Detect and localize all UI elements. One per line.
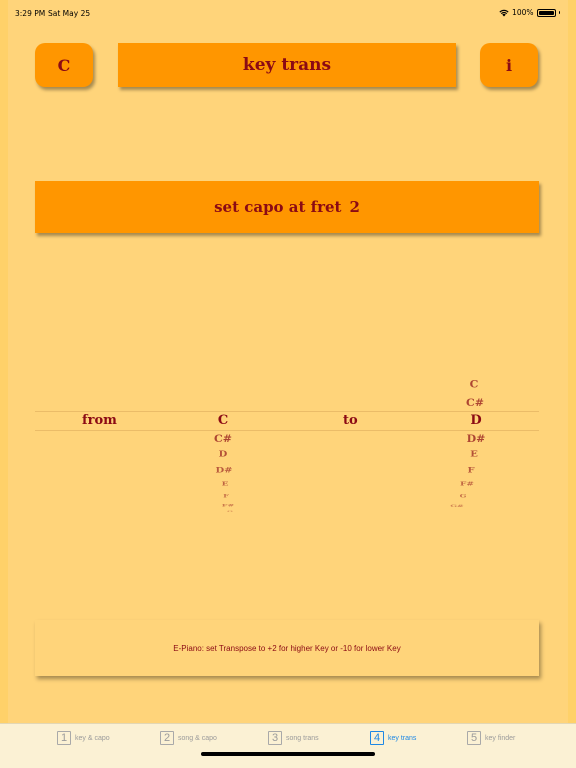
frame-right [568, 0, 576, 768]
from-label: from [82, 413, 117, 428]
tab-label: key finder [485, 734, 516, 742]
tab-key-capo[interactable]: 1 key & capo [57, 731, 110, 745]
status-bar: 3:29 PM Sat May 25 100% [0, 0, 576, 22]
info-button[interactable]: i [480, 43, 538, 87]
to-note[interactable]: D# [467, 432, 486, 444]
tab-number-4-icon: 4 [370, 731, 384, 745]
tab-number-1-icon: 1 [57, 731, 71, 745]
tab-number-3-icon: 3 [268, 731, 282, 745]
from-note[interactable]: F [223, 493, 229, 499]
to-note[interactable]: G# [450, 504, 464, 508]
from-note[interactable]: C# [214, 432, 232, 444]
page-title: key trans [118, 43, 456, 87]
battery-percent: 100% [512, 8, 534, 17]
tab-number-5-icon: 5 [467, 731, 481, 745]
frame-left [0, 0, 8, 768]
tab-label: key trans [388, 734, 417, 742]
to-note[interactable]: F [467, 466, 474, 474]
to-note-selected[interactable]: D [470, 413, 481, 428]
from-note[interactable]: E [222, 481, 229, 488]
tab-label: song & capo [178, 734, 217, 742]
status-indicators: 100% [499, 8, 560, 17]
tab-key-finder[interactable]: 5 key finder [467, 731, 515, 745]
battery-cap [558, 11, 560, 14]
capo-text: set capo at fret [214, 198, 342, 216]
from-note[interactable]: D# [215, 466, 232, 474]
hint-text: E-Piano: set Transpose to +2 for higher … [173, 643, 401, 653]
tab-number-2-icon: 2 [160, 731, 174, 745]
to-note[interactable]: G [460, 493, 467, 498]
tab-song-trans[interactable]: 3 song trans [268, 731, 319, 745]
status-date: Sat May 25 [48, 9, 91, 18]
to-note[interactable]: C# [466, 396, 484, 408]
battery-icon [536, 8, 556, 17]
key-button[interactable]: C [35, 43, 93, 87]
capo-fret: 2 [349, 198, 360, 216]
from-note[interactable]: D [219, 450, 228, 459]
hint-panel: E-Piano: set Transpose to +2 for higher … [35, 620, 539, 676]
picker-selection-bottom-line [35, 430, 539, 431]
wifi-icon [499, 9, 509, 16]
from-note-selected[interactable]: C [218, 413, 228, 428]
tab-label: key & capo [75, 734, 110, 742]
to-note[interactable]: C [470, 379, 479, 391]
from-note[interactable]: G [227, 510, 233, 513]
capo-banner: set capo at fret 2 [35, 181, 539, 233]
to-label: to [343, 413, 358, 428]
picker-selection-top-line [35, 411, 539, 412]
from-note[interactable]: F# [222, 503, 234, 507]
home-indicator[interactable] [201, 752, 375, 756]
tab-bar: 1 key & capo 2 song & capo 3 song trans … [0, 723, 576, 768]
status-time: 3:29 PM [15, 9, 46, 18]
tab-label: song trans [286, 734, 319, 742]
tab-key-trans[interactable]: 4 key trans [370, 731, 416, 745]
to-note[interactable]: E [470, 450, 478, 459]
to-note[interactable]: F# [460, 481, 474, 488]
tab-song-capo[interactable]: 2 song & capo [160, 731, 217, 745]
